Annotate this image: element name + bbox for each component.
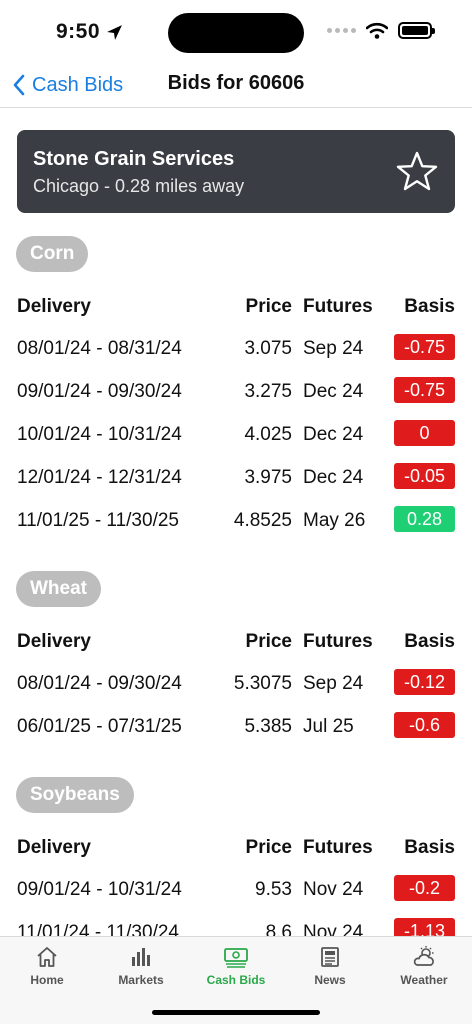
home-icon [37, 947, 57, 967]
basis-badge: -0.6 [394, 712, 455, 738]
tab-weather[interactable]: Weather [377, 945, 471, 987]
tab-label: Weather [400, 973, 448, 987]
location-arrow-icon [107, 24, 122, 40]
header-basis: Basis [404, 837, 455, 858]
tab-label: Markets [118, 973, 164, 987]
delivery-cell: 06/01/25 - 07/31/25 [17, 716, 182, 737]
table-row: 09/01/24 - 09/30/24 3.275 Dec 24 -0.75 [17, 377, 455, 407]
table-header: Delivery Price Futures Basis [17, 292, 455, 322]
table-row: 12/01/24 - 12/31/24 3.975 Dec 24 -0.05 [17, 463, 455, 493]
header-delivery: Delivery [17, 837, 91, 858]
tab-label: News [314, 973, 346, 987]
basis-badge: 0.28 [394, 506, 455, 532]
futures-cell: May 26 [303, 510, 366, 531]
basis-badge: 0 [394, 420, 455, 446]
header-delivery: Delivery [17, 296, 91, 317]
futures-cell: Dec 24 [303, 467, 364, 488]
futures-cell: Dec 24 [303, 381, 364, 402]
tab-cash-bids[interactable]: Cash Bids [189, 945, 283, 987]
delivery-cell: 11/01/25 - 11/30/25 [17, 510, 179, 531]
cellular-signal-icon [327, 28, 356, 33]
table-header: Delivery Price Futures Basis [17, 833, 455, 863]
tab-markets[interactable]: Markets [94, 945, 188, 987]
table-header: Delivery Price Futures Basis [17, 627, 455, 657]
futures-cell: Jul 25 [303, 716, 354, 737]
header-futures: Futures [303, 837, 373, 858]
tab-news[interactable]: News [283, 945, 377, 987]
status-time: 9:50 [56, 20, 123, 44]
bar-chart-icon [132, 948, 150, 966]
table-row: 10/01/24 - 10/31/24 4.025 Dec 24 0 [17, 420, 455, 450]
status-indicators [327, 22, 435, 39]
home-indicator [152, 1010, 320, 1015]
dealer-location: Chicago - 0.28 miles away [33, 176, 245, 196]
header-price: Price [245, 631, 292, 652]
price-cell: 3.275 [244, 381, 292, 402]
basis-badge: -0.2 [394, 875, 455, 901]
favorite-star-icon[interactable] [395, 150, 439, 194]
table-row: 08/01/24 - 09/30/24 5.3075 Sep 24 -0.12 [17, 669, 455, 699]
delivery-cell: 09/01/24 - 09/30/24 [17, 381, 182, 402]
basis-badge: -0.12 [394, 669, 455, 695]
weather-icon [413, 946, 434, 966]
dynamic-island [168, 13, 304, 53]
newspaper-icon [321, 947, 339, 967]
futures-cell: Sep 24 [303, 673, 364, 694]
basis-badge: -0.75 [394, 334, 455, 360]
price-cell: 4.8525 [233, 510, 292, 531]
header-price: Price [245, 296, 292, 317]
delivery-cell: 10/01/24 - 10/31/24 [17, 424, 182, 445]
futures-cell: Nov 24 [303, 879, 364, 900]
delivery-cell: 12/01/24 - 12/31/24 [17, 467, 182, 488]
price-cell: 4.025 [244, 424, 292, 445]
delivery-cell: 08/01/24 - 09/30/24 [17, 673, 182, 694]
navigation-bar: Cash Bids Bids for 60606 [0, 64, 472, 108]
header-futures: Futures [303, 296, 373, 317]
table-row: 09/01/24 - 10/31/24 9.53 Nov 24 -0.2 [17, 875, 455, 905]
header-futures: Futures [303, 631, 373, 652]
header-price: Price [245, 837, 292, 858]
header-basis: Basis [404, 296, 455, 317]
commodity-label-corn: Corn [16, 236, 89, 272]
delivery-cell: 08/01/24 - 08/31/24 [17, 338, 182, 359]
dealer-card: Stone Grain Services Chicago - 0.28 mile… [17, 130, 455, 213]
wifi-icon [366, 22, 388, 39]
tab-home[interactable]: Home [0, 945, 94, 987]
futures-cell: Sep 24 [303, 338, 364, 359]
delivery-cell: 09/01/24 - 10/31/24 [17, 879, 182, 900]
commodity-label-soybeans: Soybeans [16, 777, 134, 813]
price-cell: 9.53 [255, 879, 292, 900]
price-cell: 5.3075 [233, 673, 292, 694]
clock: 9:50 [56, 20, 101, 43]
basis-badge: -0.75 [394, 377, 455, 403]
futures-cell: Dec 24 [303, 424, 364, 445]
table-row: 08/01/24 - 08/31/24 3.075 Sep 24 -0.75 [17, 334, 455, 364]
tab-label: Cash Bids [206, 973, 266, 987]
header-delivery: Delivery [17, 631, 91, 652]
table-row: 06/01/25 - 07/31/25 5.385 Jul 25 -0.6 [17, 712, 455, 742]
price-cell: 3.075 [244, 338, 292, 359]
status-bar: 9:50 [0, 0, 472, 64]
page-title: Bids for 60606 [167, 72, 305, 94]
price-cell: 3.975 [244, 467, 292, 488]
cash-icon [224, 948, 248, 968]
basis-badge: -0.05 [394, 463, 455, 489]
commodity-label-wheat: Wheat [16, 571, 101, 607]
table-row: 11/01/25 - 11/30/25 4.8525 May 26 0.28 [17, 506, 455, 536]
battery-icon [398, 22, 435, 39]
header-basis: Basis [404, 631, 455, 652]
tab-label: Home [30, 973, 64, 987]
dealer-name: Stone Grain Services [33, 148, 235, 170]
price-cell: 5.385 [244, 716, 292, 737]
